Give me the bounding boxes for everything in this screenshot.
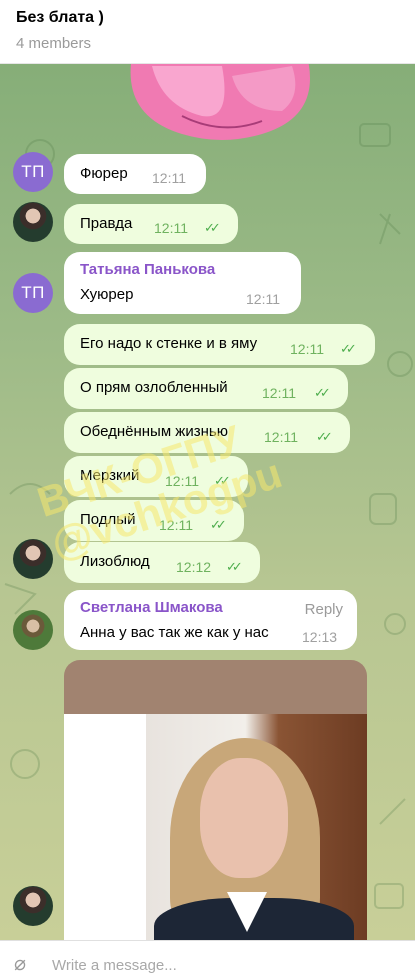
message-time: 12:11 <box>152 170 186 186</box>
double-check-icon: ✓✓ <box>204 220 221 235</box>
message-time: 12:11 <box>290 341 324 357</box>
avatar[interactable] <box>13 610 53 650</box>
chat-title: Без блата ) <box>16 9 104 26</box>
avatar[interactable]: ТП <box>13 152 53 192</box>
heart-sticker[interactable] <box>122 64 317 142</box>
photo-face <box>200 758 288 878</box>
double-check-icon: ✓✓ <box>210 517 227 532</box>
message-time: 12:11 <box>154 220 188 236</box>
avatar[interactable] <box>13 539 53 579</box>
avatar[interactable]: ТП <box>13 273 53 313</box>
message-time: 12:11 <box>246 291 280 307</box>
double-check-icon: ✓✓ <box>340 341 357 356</box>
message-input[interactable] <box>52 955 372 975</box>
chat-header[interactable]: Без блата ) 4 members <box>0 0 415 64</box>
photo-background <box>64 714 146 940</box>
message-bubble[interactable]: Фюрер 12:11 <box>64 154 206 194</box>
message-area[interactable]: ТП ТП Фюрер 12:11 Правда 12:11 ✓✓ Татьян… <box>0 64 415 940</box>
paperclip-icon[interactable]: ⌀ <box>14 951 26 976</box>
members-count: 4 members <box>16 35 92 52</box>
double-check-icon: ✓✓ <box>314 385 331 400</box>
double-check-icon: ✓✓ <box>316 429 333 444</box>
message-time: 12:11 <box>262 385 296 401</box>
photo-message[interactable] <box>64 660 367 940</box>
message-time: 12:12 <box>176 559 212 575</box>
message-bubble[interactable]: Его надо к стенке и в яму 12:11 ✓✓ <box>64 324 375 365</box>
message-bubble[interactable]: О прям озлобленный 12:11 ✓✓ <box>64 368 348 409</box>
avatar[interactable] <box>13 886 53 926</box>
message-bubble[interactable]: Татьяна Панькова Хуюрер 12:11 <box>64 252 301 314</box>
sender-name[interactable]: Татьяна Панькова <box>80 261 215 278</box>
sender-name[interactable]: Светлана Шмакова <box>80 599 223 616</box>
message-time: 12:13 <box>302 629 338 645</box>
avatar[interactable] <box>13 202 53 242</box>
message-bubble[interactable]: Правда 12:11 ✓✓ <box>64 204 238 244</box>
reply-button[interactable]: Reply <box>305 601 343 618</box>
message-bubble[interactable]: Светлана Шмакова Reply Анна у вас так же… <box>64 590 357 650</box>
double-check-icon: ✓✓ <box>226 559 243 574</box>
message-composer: ⌀ <box>0 940 415 975</box>
